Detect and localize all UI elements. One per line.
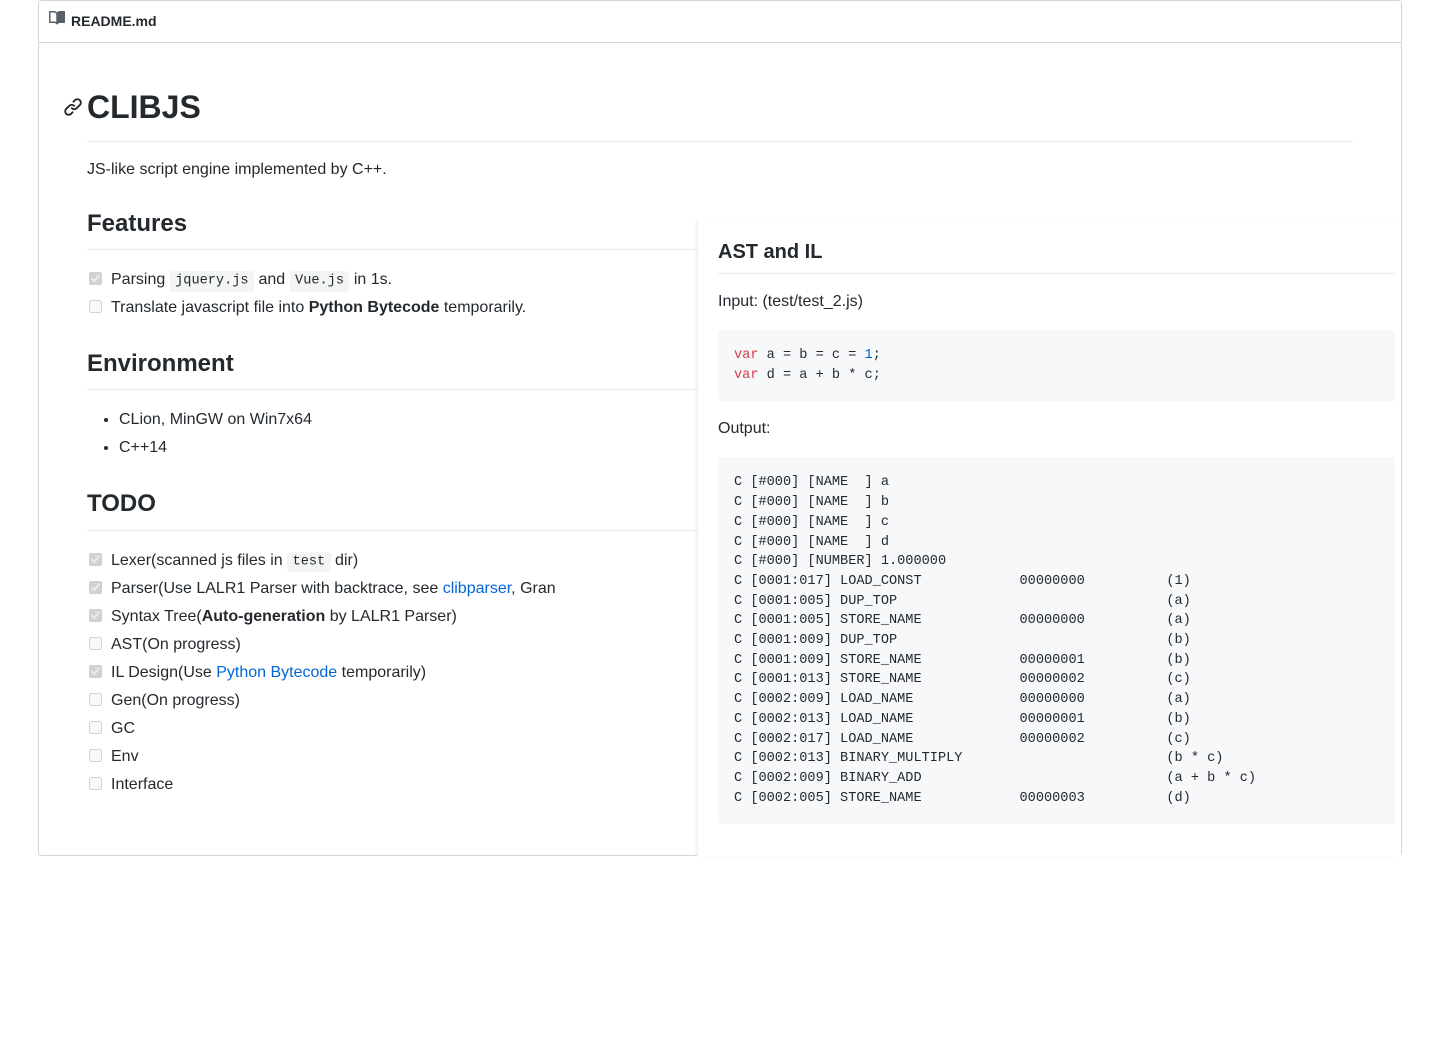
link-python-bytecode[interactable]: Python Bytecode xyxy=(216,664,337,681)
output-label: Output: xyxy=(718,417,1395,441)
link-icon[interactable] xyxy=(63,97,83,117)
checkbox xyxy=(89,581,102,594)
output-code-block: C [#000] [NAME ] a C [#000] [NAME ] b C … xyxy=(718,457,1395,824)
ast-il-panel: AST and IL Input: (test/test_2.js) var a… xyxy=(697,221,1401,856)
checkbox xyxy=(89,272,102,285)
page-title: CLIBJS xyxy=(87,83,1353,142)
book-icon xyxy=(49,10,65,32)
code-vue: Vue.js xyxy=(290,271,350,291)
subtitle: JS-like script engine implemented by C++… xyxy=(87,158,1353,182)
readme-header: README.md xyxy=(39,1,1401,43)
code-test: test xyxy=(287,552,331,572)
readme-container: README.md CLIBJS JS-like script engine i… xyxy=(38,0,1402,856)
checkbox xyxy=(89,693,102,706)
link-clibparser[interactable]: clibparser xyxy=(443,580,511,597)
checkbox xyxy=(89,721,102,734)
readme-filename: README.md xyxy=(71,11,157,32)
checkbox xyxy=(89,609,102,622)
checkbox xyxy=(89,553,102,566)
checkbox xyxy=(89,665,102,678)
input-code-block: var a = b = c = 1; var d = a + b * c; xyxy=(718,330,1395,401)
checkbox xyxy=(89,637,102,650)
readme-body: CLIBJS JS-like script engine implemented… xyxy=(39,43,1401,855)
checkbox xyxy=(89,777,102,790)
checkbox xyxy=(89,300,102,313)
input-label: Input: (test/test_2.js) xyxy=(718,290,1395,314)
ast-il-heading: AST and IL xyxy=(718,237,1395,274)
code-jquery: jquery.js xyxy=(170,271,254,291)
checkbox xyxy=(89,749,102,762)
